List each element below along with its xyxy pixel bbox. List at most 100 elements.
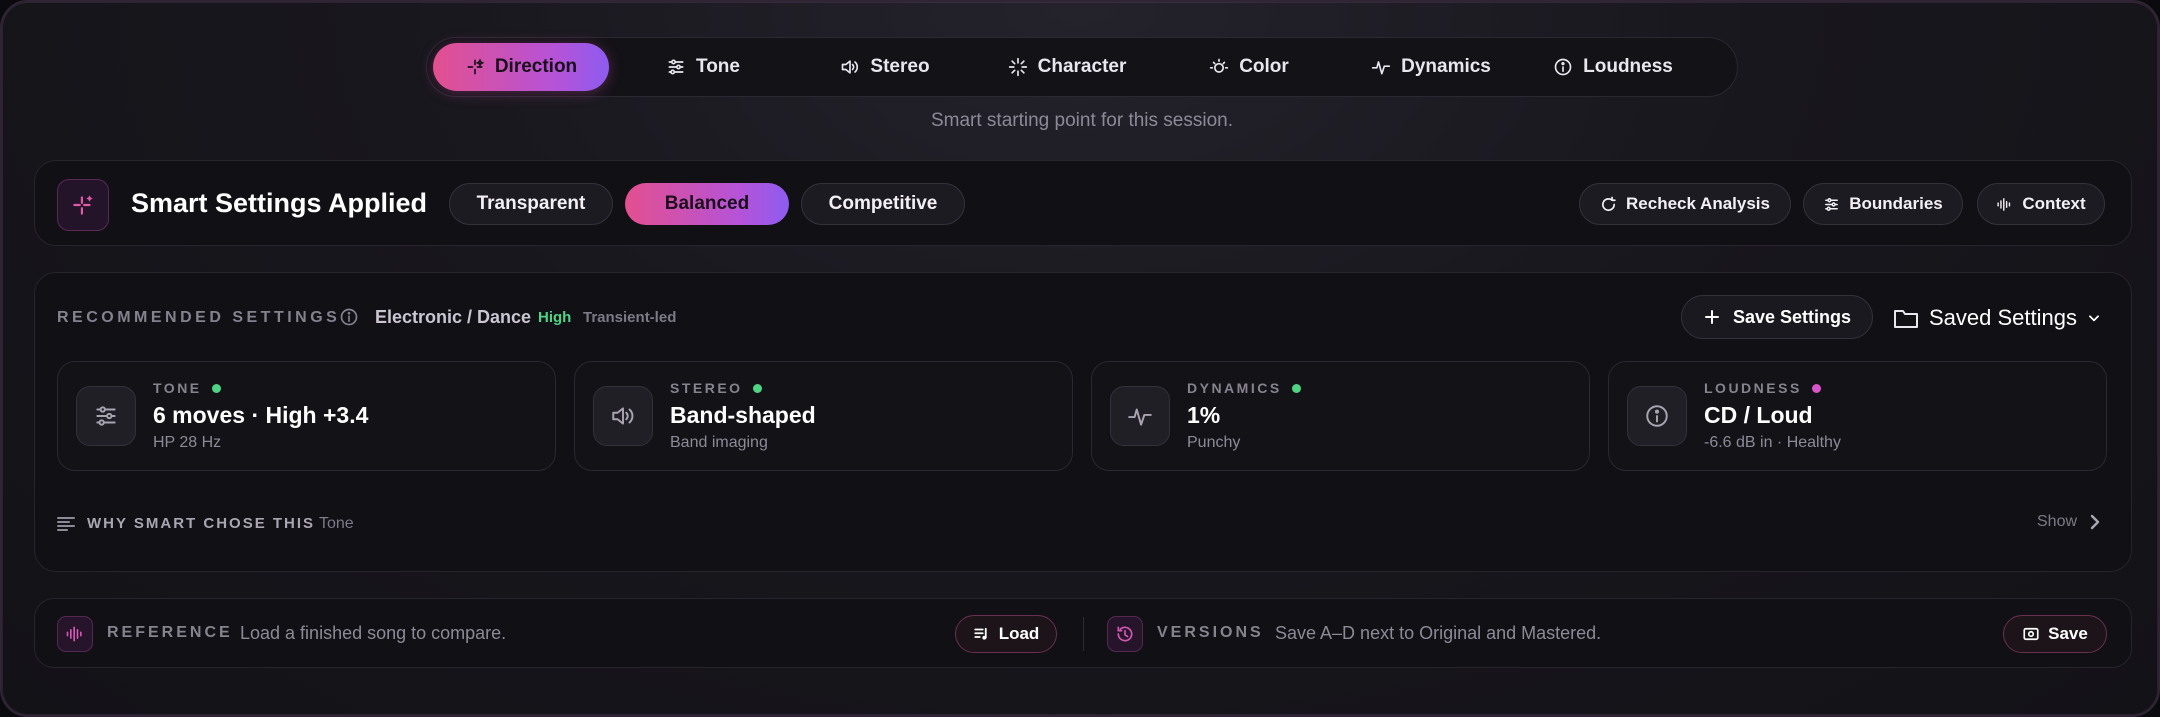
- starburst-icon: [1008, 57, 1027, 77]
- speaker-icon: [842, 60, 859, 74]
- confidence-badge: High: [538, 309, 572, 326]
- context-label: Context: [2022, 194, 2086, 213]
- card-subtext: Punchy: [1187, 434, 1241, 451]
- card-value: CD / Loud: [1704, 402, 1813, 428]
- card-category: LOUDNESS: [1704, 380, 1821, 396]
- reference-badge: [57, 616, 93, 652]
- card-category-label: DYNAMICS: [1187, 380, 1282, 396]
- dynamics-card-icon: [1110, 386, 1170, 446]
- card-subtext: HP 28 Hz: [153, 434, 222, 451]
- info-icon[interactable]: [339, 307, 359, 327]
- text-lines-icon: [57, 517, 75, 531]
- sliders-icon: [1825, 197, 1839, 211]
- show-button[interactable]: Show: [2037, 513, 2101, 531]
- recheck-analysis-button[interactable]: Recheck Analysis: [1579, 183, 1791, 225]
- tab-direction[interactable]: Direction: [433, 43, 609, 91]
- waveform-icon: [1997, 197, 2011, 211]
- recommended-settings-panel: RECOMMENDED SETTINGS Electronic / Dance …: [34, 272, 2132, 572]
- app-window: Direction Tone Stereo Character Color Dy…: [0, 0, 2160, 717]
- chevron-down-icon: [2089, 315, 2099, 322]
- section-tabs: Direction Tone Stereo Character Color Dy…: [426, 37, 1738, 97]
- character-tag: Transient-led: [583, 309, 677, 326]
- save-settings-button[interactable]: Save Settings: [1681, 295, 1873, 339]
- stereo-card-icon: [593, 386, 653, 446]
- card-subtext: Band imaging: [670, 434, 768, 451]
- load-button[interactable]: Load: [955, 615, 1057, 653]
- saved-settings-label: Saved Settings: [1929, 305, 2077, 330]
- card-category: DYNAMICS: [1187, 380, 1301, 396]
- loudness-card[interactable]: LOUDNESS CD / Loud -6.6 dB in · Healthy: [1608, 361, 2107, 471]
- tab-label: Tone: [696, 56, 740, 77]
- sliders-icon: [96, 406, 116, 426]
- why-smart-label: WHY SMART CHOSE THIS: [87, 515, 316, 532]
- load-label: Load: [998, 624, 1040, 643]
- reference-label: REFERENCE: [107, 624, 233, 641]
- show-label: Show: [2037, 513, 2078, 530]
- sparkle-icon: [467, 58, 485, 75]
- pulse-icon: [1128, 408, 1152, 426]
- card-category-label: LOUDNESS: [1704, 380, 1802, 396]
- card-value: Band-shaped: [670, 402, 816, 428]
- tone-card[interactable]: TONE 6 moves · High +3.4 HP 28 Hz: [57, 361, 556, 471]
- status-dot: [211, 383, 221, 393]
- tab-loudness[interactable]: Loudness: [1525, 43, 1701, 91]
- card-value: 1%: [1187, 402, 1221, 428]
- tab-label: Loudness: [1583, 56, 1673, 77]
- recheck-label: Recheck Analysis: [1626, 194, 1770, 213]
- tab-character[interactable]: Character: [979, 43, 1155, 91]
- loudness-card-icon: [1627, 386, 1687, 446]
- save-version-button[interactable]: Save: [2003, 615, 2107, 653]
- smart-title: Smart Settings Applied: [131, 188, 428, 218]
- tab-label: Character: [1037, 56, 1127, 77]
- sparkle-icon: [73, 195, 93, 215]
- add-track-icon: [974, 627, 987, 640]
- versions-label: VERSIONS: [1157, 624, 1264, 641]
- mode-transparent[interactable]: Transparent: [449, 183, 613, 225]
- tab-label: Color: [1239, 56, 1289, 77]
- card-category: TONE: [153, 380, 221, 396]
- divider: [1083, 617, 1084, 651]
- tab-label: Direction: [494, 56, 578, 77]
- mode-balanced[interactable]: Balanced: [625, 183, 789, 225]
- history-icon: [1117, 626, 1133, 642]
- status-dot: [1811, 383, 1821, 393]
- dynamics-card[interactable]: DYNAMICS 1% Punchy: [1091, 361, 1590, 471]
- card-category-label: STEREO: [670, 380, 743, 396]
- card-category-label: TONE: [153, 380, 202, 396]
- waveform-icon: [66, 626, 82, 642]
- gauge-icon: [1554, 58, 1572, 76]
- mode-competitive[interactable]: Competitive: [801, 183, 965, 225]
- context-button[interactable]: Context: [1977, 183, 2105, 225]
- status-dot: [752, 383, 762, 393]
- card-category: STEREO: [670, 380, 762, 396]
- sun-icon: [1210, 58, 1229, 73]
- tab-tone[interactable]: Tone: [615, 43, 791, 91]
- tab-color[interactable]: Color: [1161, 43, 1337, 91]
- status-dot: [1291, 383, 1301, 393]
- card-subtext: -6.6 dB in · Healthy: [1704, 434, 1841, 451]
- refresh-icon: [1602, 196, 1616, 211]
- boundaries-button[interactable]: Boundaries: [1803, 183, 1963, 225]
- reference-hint: Load a finished song to compare.: [240, 623, 507, 643]
- tab-dynamics[interactable]: Dynamics: [1343, 43, 1519, 91]
- sliders-icon: [668, 59, 684, 75]
- versions-badge: [1107, 616, 1143, 652]
- save-settings-label: Save Settings: [1732, 306, 1852, 327]
- smart-settings-bar: Smart Settings Applied Transparent Balan…: [34, 160, 2132, 246]
- saved-settings-dropdown[interactable]: Saved Settings: [1893, 301, 2101, 335]
- folder-icon: [1894, 310, 1918, 328]
- smart-badge: [57, 179, 109, 231]
- pulse-icon: [1371, 61, 1391, 75]
- reference-versions-bar: REFERENCE Load a finished song to compar…: [34, 598, 2132, 668]
- tab-stereo[interactable]: Stereo: [797, 43, 973, 91]
- gauge-icon: [1646, 405, 1668, 427]
- camera-icon: [2023, 627, 2039, 641]
- tab-label: Stereo: [870, 56, 930, 77]
- genre-label: Electronic / Dance: [375, 307, 532, 327]
- stereo-card[interactable]: STEREO Band-shaped Band imaging: [574, 361, 1073, 471]
- versions-hint: Save A–D next to Original and Mastered.: [1275, 623, 1602, 643]
- plus-icon: [1704, 310, 1719, 324]
- why-smart-tag: Tone: [319, 515, 354, 532]
- tone-card-icon: [76, 386, 136, 446]
- save-label: Save: [2048, 624, 2088, 643]
